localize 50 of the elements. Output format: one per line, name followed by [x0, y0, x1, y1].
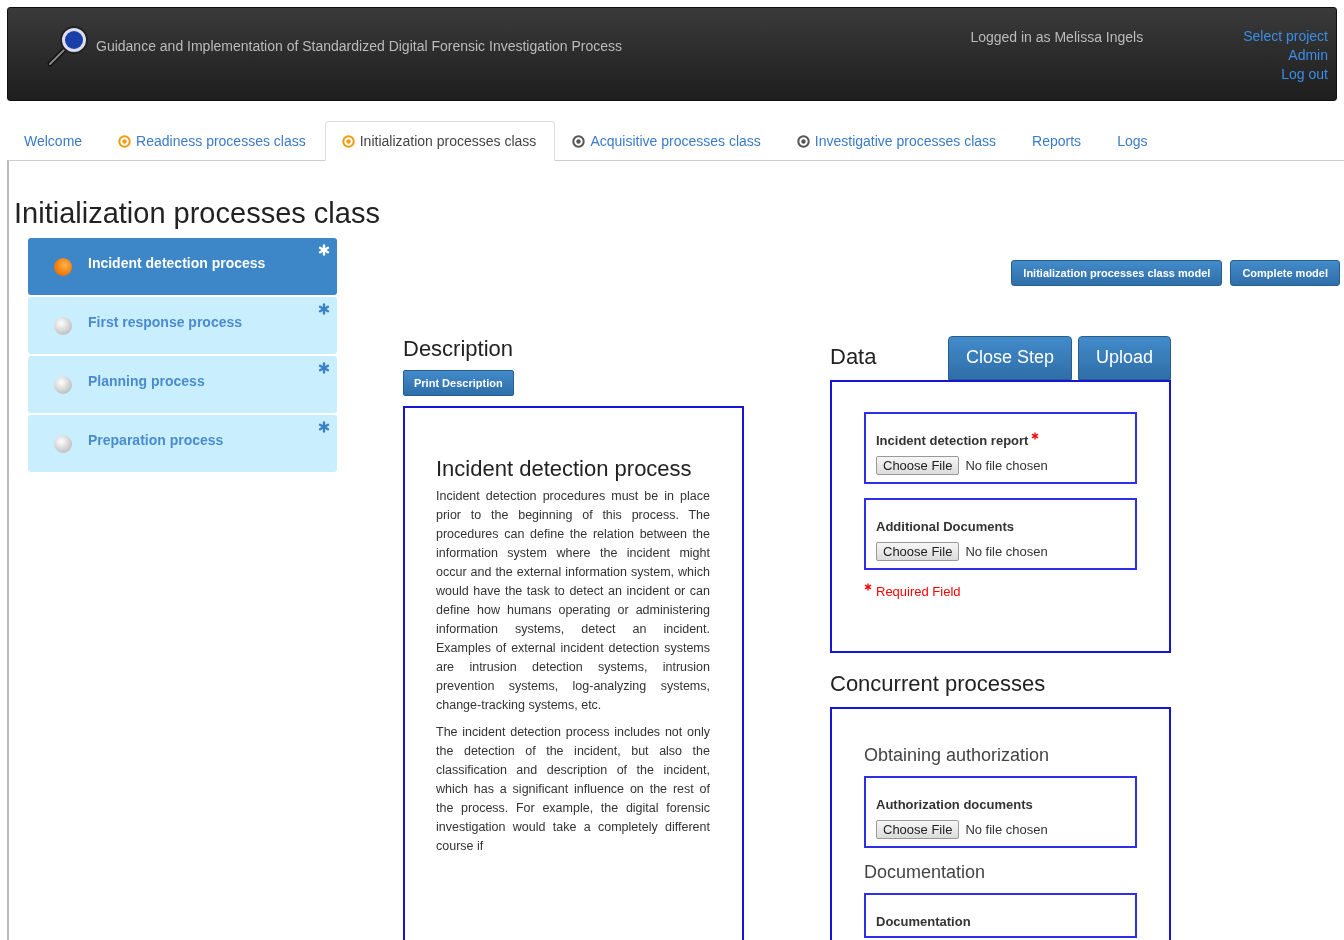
section-heading: Concurrent processes — [830, 671, 1047, 697]
description-paragraph: The incident detection process includes not only the detection of the incident, but also the classification and description of the incident, which has a significant influence on the rest of the process. For example, the digital forensic investigation would take a completely different course if — [436, 724, 710, 855]
process-item[interactable]: Incident detection process — [28, 238, 337, 295]
section-heading: Data — [830, 344, 878, 370]
asterisk-icon — [318, 421, 330, 433]
nav-tab[interactable]: Acquisitive processes class — [555, 121, 780, 161]
print-button[interactable]: Print Description — [403, 370, 514, 396]
section-heading: Description — [403, 336, 515, 362]
file-status: No file chosen — [965, 822, 1048, 837]
asterisk-icon — [318, 362, 330, 374]
header-link[interactable]: Log out — [1281, 65, 1328, 84]
status-ball-icon — [54, 435, 72, 453]
group-title: Documentation — [864, 862, 987, 883]
description-paragraph: Incident detection procedures must be in place prior to the beginning of this process. The procedures can define the relation between the information system where the incident might occur and the external information system, which would have the task to detect an incident or can define how humans operating or administering information systems, detect an incident. Examples of external incident detection systems are intrusion detection systems, intrusion prevention systems, log-analyzing systems, change-tracking systems, etc. — [436, 488, 710, 714]
header-link[interactable]: Admin — [1288, 46, 1328, 65]
process-item[interactable]: Preparation process — [28, 415, 337, 472]
asterisk-icon — [318, 303, 330, 315]
process-title: Incident detection process — [436, 456, 693, 481]
nav-tab[interactable]: Welcome — [7, 121, 102, 161]
nav-tab[interactable]: Initialization processes class — [324, 121, 556, 161]
header-link[interactable]: Select project — [1243, 27, 1328, 46]
status-ball-icon — [54, 376, 72, 394]
required-legend: Required Field — [876, 584, 961, 599]
file-status: No file chosen — [965, 458, 1048, 473]
choose-file-button[interactable]: Choose File — [876, 820, 960, 839]
model-button[interactable]: Complete model — [1230, 260, 1340, 286]
nav-tab[interactable]: Readiness processes class — [101, 121, 325, 161]
nav-tab[interactable]: Investigative processes class — [779, 121, 1016, 161]
field-label: Authorization documents — [876, 797, 1033, 812]
app-title: Guidance and Implementation of Standardized Digital Forensic Investigation Process — [96, 38, 623, 54]
choose-file-button[interactable]: Choose File — [876, 456, 960, 475]
process-item[interactable]: Planning process — [28, 356, 337, 413]
action-button[interactable]: Upload — [1077, 336, 1171, 380]
field-label: Incident detection report — [876, 433, 1029, 448]
nav-tab[interactable]: Reports — [1015, 121, 1101, 161]
field-label: Additional Documents — [876, 519, 1014, 534]
model-button[interactable]: Initialization processes class model — [1011, 260, 1223, 286]
field-label: Documentation — [876, 914, 971, 929]
asterisk-icon — [318, 244, 330, 256]
page-title: Initialization processes class — [14, 197, 381, 230]
required-asterisk-icon — [864, 583, 872, 591]
action-button[interactable]: Close Step — [947, 336, 1072, 380]
status-ball-icon — [54, 258, 72, 276]
logged-in-user: Logged in as Melissa Ingels — [970, 29, 1144, 45]
choose-file-button[interactable]: Choose File — [876, 542, 960, 561]
process-item[interactable]: First response process — [28, 297, 337, 354]
status-ball-icon — [54, 317, 72, 335]
nav-tab[interactable]: Logs — [1100, 121, 1167, 161]
file-status: No file chosen — [965, 544, 1048, 559]
group-title: Obtaining authorization — [864, 745, 1051, 766]
